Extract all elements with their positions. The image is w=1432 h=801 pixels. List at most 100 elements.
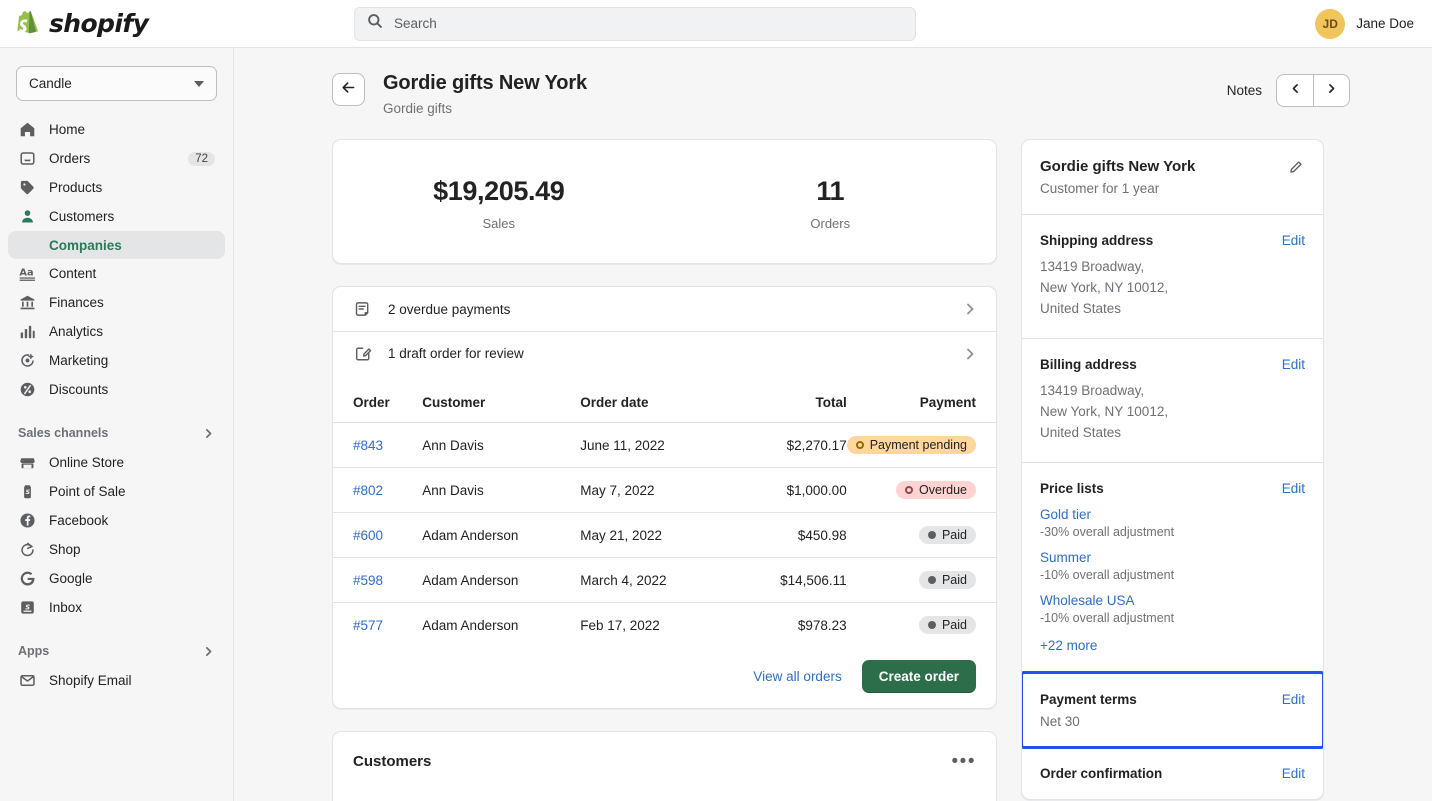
order-link[interactable]: #843 xyxy=(353,438,383,453)
sidebar-item-home[interactable]: Home xyxy=(8,115,225,144)
sidebar-section-apps[interactable]: Apps xyxy=(8,636,225,666)
prev-button[interactable] xyxy=(1277,75,1313,106)
sidebar-item-label: Content xyxy=(49,266,96,281)
create-order-button[interactable]: Create order xyxy=(862,660,976,693)
order-link[interactable]: #577 xyxy=(353,618,383,633)
sidebar-item-point-of-sale[interactable]: S Point of Sale xyxy=(8,477,225,506)
status-dot-icon xyxy=(905,486,913,494)
sidebar-item-products[interactable]: Products xyxy=(8,173,225,202)
payment-terms-label: Payment terms xyxy=(1040,692,1137,707)
table-row[interactable]: #802 Ann Davis May 7, 2022 $1,000.00 Ove… xyxy=(333,468,996,513)
page-header-actions: Notes xyxy=(1227,74,1350,107)
order-link[interactable]: #802 xyxy=(353,483,383,498)
sidebar-item-label: Inbox xyxy=(49,600,82,615)
sidebar-item-discounts[interactable]: Discounts xyxy=(8,375,225,404)
user-menu[interactable]: JD Jane Doe xyxy=(1315,9,1414,39)
address-line: 13419 Broadway, xyxy=(1040,381,1305,402)
pagination xyxy=(1276,74,1350,107)
table-row[interactable]: #598 Adam Anderson March 4, 2022 $14,506… xyxy=(333,558,996,603)
sidebar-item-analytics[interactable]: Analytics xyxy=(8,317,225,346)
shipping-address-value: 13419 Broadway, New York, NY 10012, Unit… xyxy=(1040,257,1305,320)
sidebar-item-shopify-email[interactable]: Shopify Email xyxy=(8,666,225,695)
column-header-payment: Payment xyxy=(847,385,996,423)
stat-value: $19,205.49 xyxy=(333,176,665,207)
email-envelope-icon xyxy=(18,671,37,690)
price-list-adjustment: -30% overall adjustment xyxy=(1040,525,1305,539)
panel-company-summary: Gordie gifts New York Customer for 1 yea… xyxy=(1022,140,1323,214)
section-label: Sales channels xyxy=(18,426,108,440)
price-list-name[interactable]: Wholesale USA xyxy=(1040,593,1305,608)
search-input[interactable]: Search xyxy=(354,7,916,41)
table-header-row: Order Customer Order date Total Payment xyxy=(333,385,996,423)
cell-customer: Adam Anderson xyxy=(422,558,580,603)
price-list-name[interactable]: Summer xyxy=(1040,550,1305,565)
ellipsis-icon[interactable]: ••• xyxy=(952,752,976,771)
panel-billing-address: Billing address Edit 13419 Broadway, New… xyxy=(1022,338,1323,462)
sidebar-item-facebook[interactable]: Facebook xyxy=(8,506,225,535)
status-dot-icon xyxy=(856,441,864,449)
next-button[interactable] xyxy=(1313,75,1349,106)
page-title: Gordie gifts New York xyxy=(383,70,587,96)
pencil-icon[interactable] xyxy=(1288,158,1305,175)
address-line: United States xyxy=(1040,299,1305,320)
sidebar-item-label: Discounts xyxy=(49,382,108,397)
table-row[interactable]: #600 Adam Anderson May 21, 2022 $450.98 … xyxy=(333,513,996,558)
sidebar-item-label: Analytics xyxy=(49,324,103,339)
order-confirmation-label: Order confirmation xyxy=(1040,766,1162,781)
edit-payment-terms-link[interactable]: Edit xyxy=(1282,692,1305,707)
cell-total: $2,270.17 xyxy=(738,423,847,468)
alert-overdue-payments[interactable]: 2 overdue payments xyxy=(333,287,996,331)
chevron-down-icon xyxy=(194,81,204,87)
cell-order-date: June 11, 2022 xyxy=(580,423,737,468)
column-header-customer: Customer xyxy=(422,385,580,423)
table-row[interactable]: #843 Ann Davis June 11, 2022 $2,270.17 P… xyxy=(333,423,996,468)
edit-price-lists-link[interactable]: Edit xyxy=(1282,481,1305,496)
sidebar-item-content[interactable]: Aa Content xyxy=(8,259,225,288)
alert-draft-order[interactable]: 1 draft order for review xyxy=(333,331,996,375)
price-list-name[interactable]: Gold tier xyxy=(1040,507,1305,522)
chevron-right-icon xyxy=(962,346,978,362)
store-selector[interactable]: Candle xyxy=(16,66,217,101)
cell-total: $14,506.11 xyxy=(738,558,847,603)
shopify-logo[interactable]: shopify xyxy=(0,9,354,38)
price-list-item: Summer -10% overall adjustment xyxy=(1040,550,1305,582)
sidebar-item-inbox[interactable]: S Inbox xyxy=(8,593,225,622)
notes-button[interactable]: Notes xyxy=(1227,83,1262,98)
panel-order-confirmation: Order confirmation Edit xyxy=(1022,747,1323,799)
sidebar-item-label: Marketing xyxy=(49,353,108,368)
sidebar-item-customers[interactable]: Customers xyxy=(8,202,225,231)
panel-payment-terms[interactable]: Payment terms Edit Net 30 xyxy=(1022,673,1323,747)
company-meta: Customer for 1 year xyxy=(1040,181,1305,196)
sidebar-item-companies[interactable]: Companies xyxy=(8,231,225,259)
search-icon xyxy=(367,13,383,34)
sidebar-section-sales-channels[interactable]: Sales channels xyxy=(8,418,225,448)
edit-billing-address-link[interactable]: Edit xyxy=(1282,357,1305,372)
column-header-total: Total xyxy=(738,385,847,423)
stat-orders: 11 Orders xyxy=(665,176,997,231)
sidebar-item-online-store[interactable]: Online Store xyxy=(8,448,225,477)
sidebar-item-google[interactable]: Google xyxy=(8,564,225,593)
arrow-left-icon xyxy=(340,79,357,101)
panel-price-lists: Price lists Edit Gold tier -30% overall … xyxy=(1022,462,1323,673)
stat-label: Orders xyxy=(665,216,997,231)
back-button[interactable] xyxy=(332,73,365,106)
sidebar-item-marketing[interactable]: Marketing xyxy=(8,346,225,375)
sidebar-item-orders[interactable]: Orders 72 xyxy=(8,144,225,173)
marketing-target-icon xyxy=(18,351,37,370)
point-of-sale-icon: S xyxy=(18,482,37,501)
sidebar-item-shop[interactable]: Shop xyxy=(8,535,225,564)
status-badge: Overdue xyxy=(896,481,976,499)
panel-shipping-address: Shipping address Edit 13419 Broadway, Ne… xyxy=(1022,214,1323,338)
view-all-orders-link[interactable]: View all orders xyxy=(753,669,841,684)
edit-order-confirmation-link[interactable]: Edit xyxy=(1282,766,1305,781)
cell-order-date: May 7, 2022 xyxy=(580,468,737,513)
shipping-address-label: Shipping address xyxy=(1040,233,1153,248)
table-row[interactable]: #577 Adam Anderson Feb 17, 2022 $978.23 … xyxy=(333,603,996,648)
edit-shipping-address-link[interactable]: Edit xyxy=(1282,233,1305,248)
address-line: 13419 Broadway, xyxy=(1040,257,1305,278)
price-lists-more-link[interactable]: +22 more xyxy=(1040,638,1097,653)
sidebar-item-finances[interactable]: Finances xyxy=(8,288,225,317)
order-link[interactable]: #598 xyxy=(353,573,383,588)
order-link[interactable]: #600 xyxy=(353,528,383,543)
alert-text: 2 overdue payments xyxy=(388,302,510,317)
